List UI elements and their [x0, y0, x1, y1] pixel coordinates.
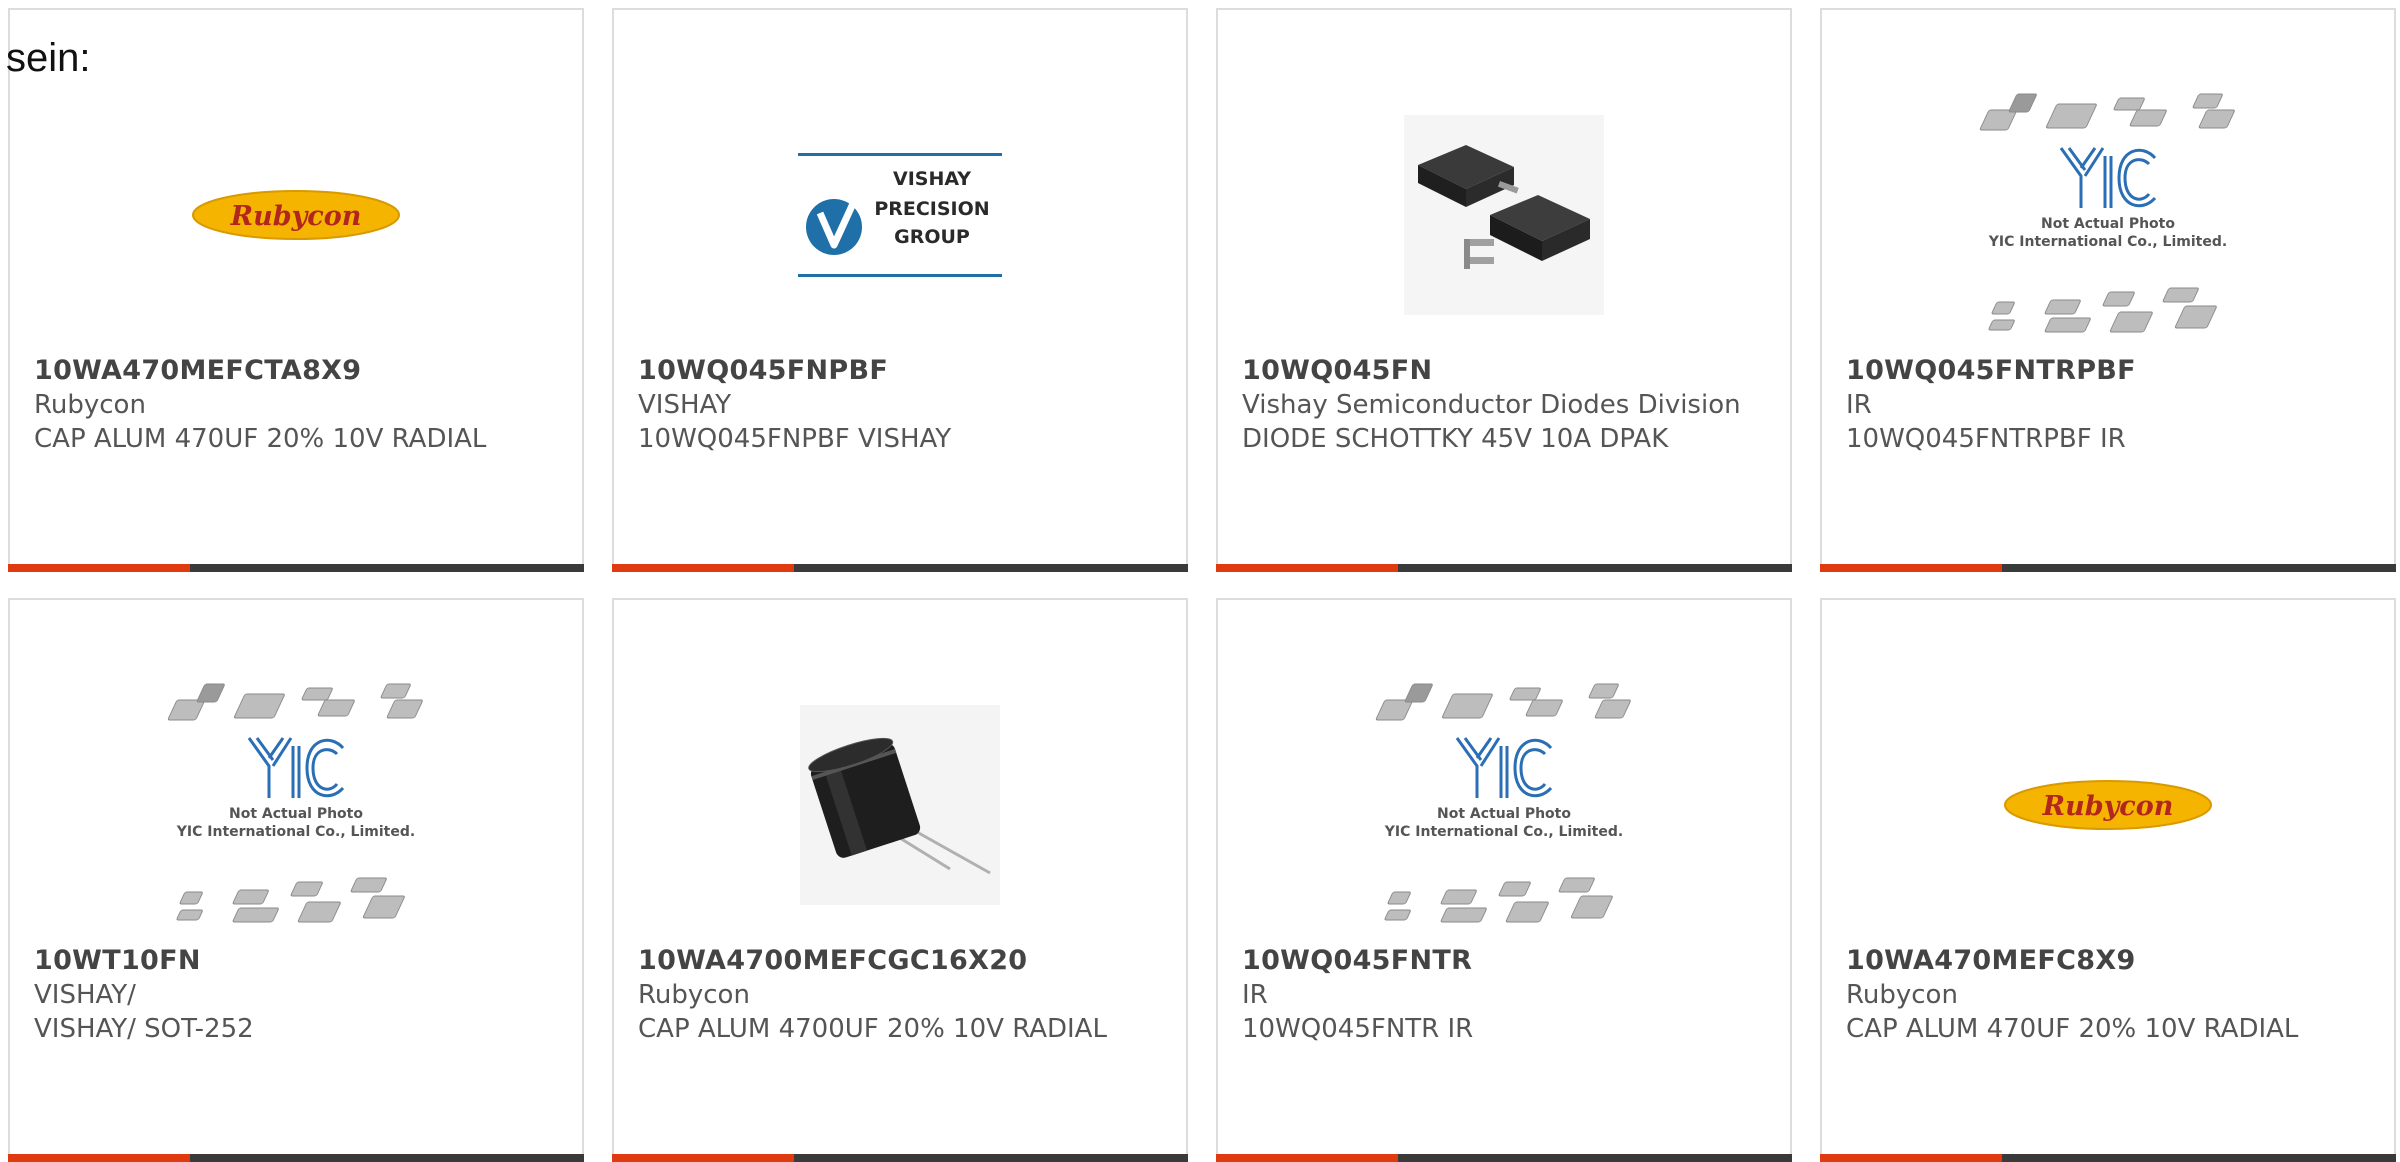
capacitor-photo	[765, 670, 1035, 940]
product-info: 10WA4700MEFCGC16X20 Rubycon CAP ALUM 4700U…	[638, 944, 1174, 1046]
description: 10WQ045FNTRPBF IR	[1846, 424, 2126, 454]
product-card[interactable]: Rubycon 10WA470MEFCTA8X9 Rubycon CAP ALUM 4…	[8, 8, 584, 572]
description: CAP ALUM 470UF 20% 10V RADIAL	[1846, 1014, 2299, 1044]
product-info: 10WQ045FN Vishay Semiconductor Diodes Div…	[1242, 354, 1778, 456]
card-accent-bar	[8, 564, 190, 572]
svg-text:Not Actual Photo: Not Actual Photo	[229, 806, 363, 822]
rubycon-logo: Rubycon	[161, 80, 431, 350]
card-bottom-bar	[1216, 564, 1792, 572]
part-number[interactable]: 10WA470MEFCTA8X9	[34, 354, 570, 388]
manufacturer: VISHAY/	[34, 980, 136, 1010]
description: CAP ALUM 4700UF 20% 10V RADIAL	[638, 1014, 1107, 1044]
vishay-precision-logo: VISHAY PRECISION GROUP	[765, 80, 1035, 350]
product-info: 10WA470MEFCTA8X9 Rubycon CAP ALUM 470UF 20…	[34, 354, 570, 456]
card-bottom-bar	[1820, 564, 2396, 572]
description: 10WQ045FNPBF VISHAY	[638, 424, 952, 454]
svg-text:YIC International Co., Limited: YIC International Co., Limited.	[176, 824, 415, 840]
product-card[interactable]: 10WQ045FN Vishay Semiconductor Diodes Div…	[1216, 8, 1792, 572]
product-info: 10WA470MEFC8X9 Rubycon CAP ALUM 470UF 20% …	[1846, 944, 2382, 1046]
part-number[interactable]: 10WA470MEFC8X9	[1846, 944, 2382, 978]
svg-text:YIC International Co., Limited: YIC International Co., Limited.	[1988, 234, 2227, 250]
yic-placeholder-image: Not Actual Photo YIC International Co., L…	[1973, 80, 2243, 350]
part-number[interactable]: 10WQ045FNPBF	[638, 354, 1174, 388]
product-card[interactable]: Not Actual Photo YIC International Co., L…	[1216, 598, 1792, 1162]
manufacturer: Rubycon	[638, 980, 750, 1010]
part-number[interactable]: 10WQ045FN	[1242, 354, 1778, 388]
card-accent-bar	[1216, 564, 1398, 572]
manufacturer: Rubycon	[34, 390, 146, 420]
rubycon-logo: Rubycon	[1973, 670, 2243, 940]
part-number[interactable]: 10WT10FN	[34, 944, 570, 978]
svg-text:YIC International Co., Limited: YIC International Co., Limited.	[1384, 824, 1623, 840]
product-info: 10WQ045FNTRPBF IR 10WQ045FNTRPBF IR	[1846, 354, 2382, 456]
product-info: 10WQ045FNPBF VISHAY 10WQ045FNPBF VISHAY	[638, 354, 1174, 456]
product-card[interactable]: 10WA4700MEFCGC16X20 Rubycon CAP ALUM 4700U…	[612, 598, 1188, 1162]
product-card[interactable]: Not Actual Photo YIC International Co., L…	[1820, 8, 2396, 572]
manufacturer: IR	[1242, 980, 1268, 1010]
yic-placeholder-image: Not Actual Photo YIC International Co., L…	[161, 670, 431, 940]
card-bottom-bar	[8, 564, 584, 572]
description: CAP ALUM 470UF 20% 10V RADIAL	[34, 424, 487, 454]
card-accent-bar	[1820, 564, 2002, 572]
product-card[interactable]: Rubycon 10WA470MEFC8X9 Rubycon CAP ALUM 470…	[1820, 598, 2396, 1162]
yic-placeholder-image: Not Actual Photo YIC International Co., L…	[1369, 670, 1639, 940]
svg-text:Not Actual Photo: Not Actual Photo	[1437, 806, 1571, 822]
part-number[interactable]: 10WA4700MEFCGC16X20	[638, 944, 1174, 978]
manufacturer: Rubycon	[1846, 980, 1958, 1010]
description: DIODE SCHOTTKY 45V 10A DPAK	[1242, 424, 1669, 454]
manufacturer: VISHAY	[638, 390, 732, 420]
part-number[interactable]: 10WQ045FNTRPBF	[1846, 354, 2382, 388]
page-label: sein:	[6, 36, 91, 80]
description: VISHAY/ SOT-252	[34, 1014, 254, 1044]
manufacturer: Vishay Semiconductor Diodes Division	[1242, 390, 1741, 420]
dpak-diode-photo	[1369, 80, 1639, 350]
card-bottom-bar	[612, 564, 1188, 572]
part-number[interactable]: 10WQ045FNTR	[1242, 944, 1778, 978]
manufacturer: IR	[1846, 390, 1872, 420]
description: 10WQ045FNTR IR	[1242, 1014, 1474, 1044]
card-accent-bar	[612, 564, 794, 572]
svg-text:PRECISION: PRECISION	[874, 198, 989, 220]
product-card[interactable]: VISHAY PRECISION GROUP 10WQ045FNPBF VISHAY 10…	[612, 8, 1188, 572]
svg-text:Not Actual Photo: Not Actual Photo	[2041, 216, 2175, 232]
svg-text:Rubycon: Rubycon	[230, 201, 362, 232]
svg-text:VISHAY: VISHAY	[893, 168, 971, 190]
svg-text:Rubycon: Rubycon	[2042, 791, 2174, 822]
svg-text:GROUP: GROUP	[894, 226, 970, 248]
product-card[interactable]: Not Actual Photo YIC International Co., L…	[8, 598, 584, 1162]
product-info: 10WQ045FNTR IR 10WQ045FNTR IR	[1242, 944, 1778, 1046]
product-grid: Rubycon 10WA470MEFCTA8X9 Rubycon CAP ALUM 4…	[0, 0, 2400, 1162]
product-info: 10WT10FN VISHAY/VISHAY/ SOT-252	[34, 944, 570, 1046]
